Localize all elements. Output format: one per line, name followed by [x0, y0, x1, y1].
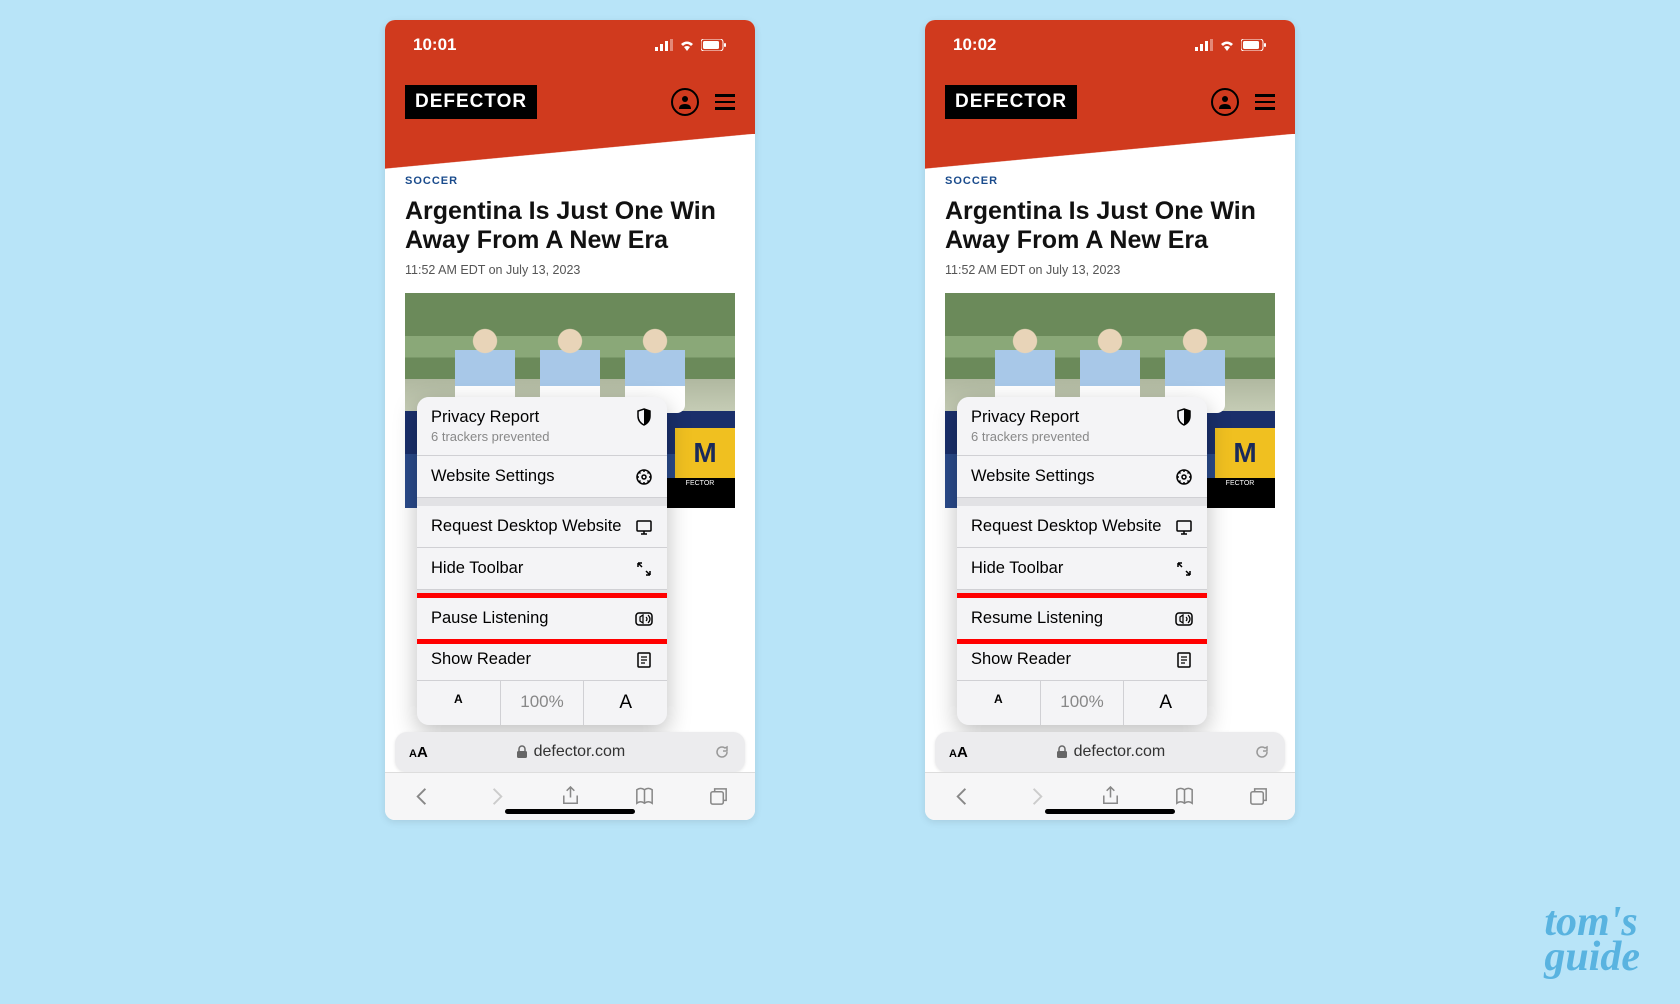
menu-privacy-sub: 6 trackers prevented	[431, 429, 550, 444]
aa-button[interactable]: AA	[949, 744, 968, 761]
menu-pause-listening[interactable]: Pause Listening	[417, 593, 667, 644]
article-timestamp: 11:52 AM EDT on July 13, 2023	[405, 263, 735, 277]
home-indicator	[505, 809, 635, 814]
zoom-decrease[interactable]: A	[417, 681, 501, 725]
tabs-icon[interactable]	[707, 785, 730, 808]
menu-privacy-report[interactable]: Privacy Report 6 trackers prevented	[957, 397, 1207, 456]
reload-icon[interactable]	[1253, 743, 1271, 761]
article-timestamp: 11:52 AM EDT on July 13, 2023	[945, 263, 1275, 277]
gear-icon	[1175, 468, 1193, 486]
lock-icon	[516, 745, 528, 759]
expand-icon	[635, 560, 653, 578]
wifi-icon	[1219, 39, 1235, 51]
menu-website-settings[interactable]: Website Settings	[957, 456, 1207, 498]
header-diagonal	[385, 134, 755, 169]
share-icon[interactable]	[1099, 785, 1122, 808]
shield-icon	[635, 408, 653, 426]
lock-icon	[1056, 745, 1068, 759]
site-header: DEFECTOR	[925, 70, 1295, 134]
menu-website-settings[interactable]: Website Settings	[417, 456, 667, 498]
address-bar[interactable]: AA defector.com	[395, 732, 745, 772]
desktop-icon	[635, 518, 653, 536]
status-time: 10:02	[953, 35, 996, 55]
battery-icon	[1241, 39, 1267, 51]
profile-icon[interactable]	[671, 88, 699, 116]
status-icons	[655, 39, 727, 51]
status-bar: 10:02	[925, 20, 1295, 70]
site-logo[interactable]: DEFECTOR	[945, 85, 1077, 119]
menu-privacy-title: Privacy Report	[971, 408, 1090, 427]
menu-request-desktop[interactable]: Request Desktop Website	[417, 506, 667, 548]
zoom-percent[interactable]: 100%	[501, 681, 585, 725]
speaker-icon	[635, 610, 653, 628]
menu-privacy-title: Privacy Report	[431, 408, 550, 427]
back-icon[interactable]	[411, 785, 434, 808]
shield-icon	[1175, 408, 1193, 426]
cellular-icon	[1195, 39, 1213, 51]
menu-icon[interactable]	[715, 94, 735, 110]
address-domain: defector.com	[534, 743, 626, 761]
cellular-icon	[655, 39, 673, 51]
address-domain: defector.com	[1074, 743, 1166, 761]
aa-menu: Privacy Report 6 trackers prevented Webs…	[957, 397, 1207, 725]
phone-screenshot-left: 10:01 DEFECTOR SOCCER Argentina Is Just …	[385, 20, 755, 820]
share-icon[interactable]	[559, 785, 582, 808]
reader-icon	[635, 651, 653, 669]
article-category[interactable]: SOCCER	[405, 175, 735, 187]
wifi-icon	[679, 39, 695, 51]
bookmarks-icon[interactable]	[1173, 785, 1196, 808]
menu-show-reader[interactable]: Show Reader	[957, 639, 1207, 681]
speaker-icon	[1175, 610, 1193, 628]
header-diagonal	[925, 134, 1295, 169]
battery-icon	[701, 39, 727, 51]
desktop-icon	[1175, 518, 1193, 536]
menu-hide-toolbar[interactable]: Hide Toolbar	[417, 548, 667, 590]
reload-icon[interactable]	[713, 743, 731, 761]
phone-screenshot-right: 10:02 DEFECTOR SOCCER Argentina Is Just …	[925, 20, 1295, 820]
home-indicator	[1045, 809, 1175, 814]
zoom-increase[interactable]: A	[584, 681, 667, 725]
reader-icon	[1175, 651, 1193, 669]
menu-request-desktop[interactable]: Request Desktop Website	[957, 506, 1207, 548]
menu-icon[interactable]	[1255, 94, 1275, 110]
zoom-decrease[interactable]: A	[957, 681, 1041, 725]
status-icons	[1195, 39, 1267, 51]
menu-zoom-row: A 100% A	[417, 681, 667, 725]
address-bar[interactable]: AA defector.com	[935, 732, 1285, 772]
zoom-percent[interactable]: 100%	[1041, 681, 1125, 725]
site-header: DEFECTOR	[385, 70, 755, 134]
gear-icon	[635, 468, 653, 486]
phone-row: 10:01 DEFECTOR SOCCER Argentina Is Just …	[0, 0, 1680, 820]
menu-show-reader[interactable]: Show Reader	[417, 639, 667, 681]
profile-icon[interactable]	[1211, 88, 1239, 116]
site-logo[interactable]: DEFECTOR	[405, 85, 537, 119]
aa-button[interactable]: AA	[409, 744, 428, 761]
tabs-icon[interactable]	[1247, 785, 1270, 808]
article-headline: Argentina Is Just One Win Away From A Ne…	[945, 197, 1275, 255]
forward-icon[interactable]	[485, 785, 508, 808]
zoom-increase[interactable]: A	[1124, 681, 1207, 725]
back-icon[interactable]	[951, 785, 974, 808]
menu-hide-toolbar[interactable]: Hide Toolbar	[957, 548, 1207, 590]
status-time: 10:01	[413, 35, 456, 55]
bookmarks-icon[interactable]	[633, 785, 656, 808]
aa-menu: Privacy Report 6 trackers prevented Webs…	[417, 397, 667, 725]
menu-zoom-row: A 100% A	[957, 681, 1207, 725]
article-headline: Argentina Is Just One Win Away From A Ne…	[405, 197, 735, 255]
forward-icon[interactable]	[1025, 785, 1048, 808]
article-category[interactable]: SOCCER	[945, 175, 1275, 187]
menu-privacy-report[interactable]: Privacy Report 6 trackers prevented	[417, 397, 667, 456]
menu-resume-listening[interactable]: Resume Listening	[957, 593, 1207, 644]
menu-privacy-sub: 6 trackers prevented	[971, 429, 1090, 444]
watermark: tom's guide	[1544, 905, 1640, 976]
status-bar: 10:01	[385, 20, 755, 70]
expand-icon	[1175, 560, 1193, 578]
